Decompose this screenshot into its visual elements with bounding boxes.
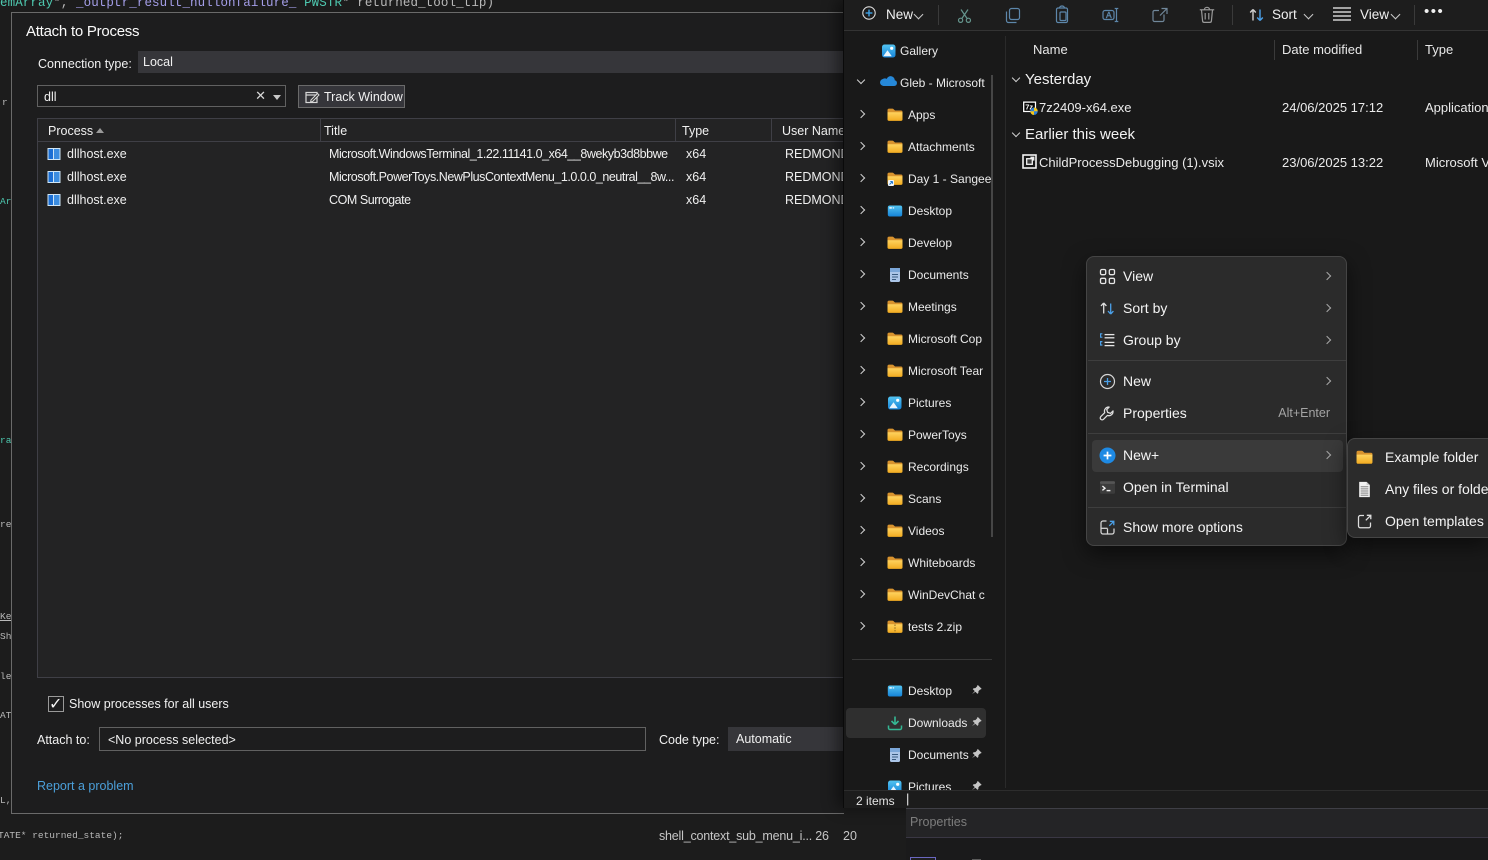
svg-text:A: A (1106, 10, 1112, 20)
